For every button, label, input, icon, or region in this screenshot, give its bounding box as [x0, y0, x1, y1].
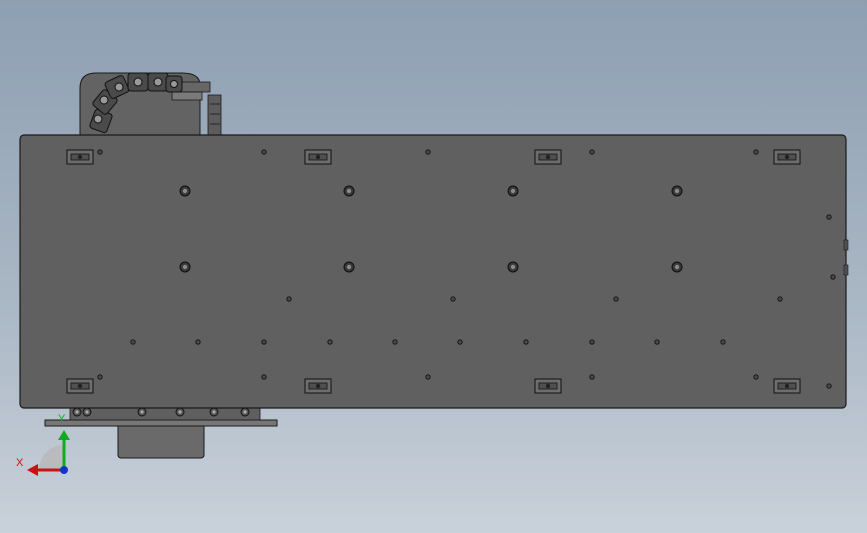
- axis-triad: [27, 430, 70, 476]
- z-axis-dot: [60, 466, 68, 474]
- triad-x-label: X: [16, 457, 24, 469]
- y-axis-head: [58, 430, 70, 440]
- triad-quarter-disc: [39, 445, 64, 470]
- x-axis-head: [27, 464, 38, 476]
- triad-y-label: Y: [58, 413, 66, 425]
- graphics-viewport[interactable]: Y X: [0, 0, 867, 533]
